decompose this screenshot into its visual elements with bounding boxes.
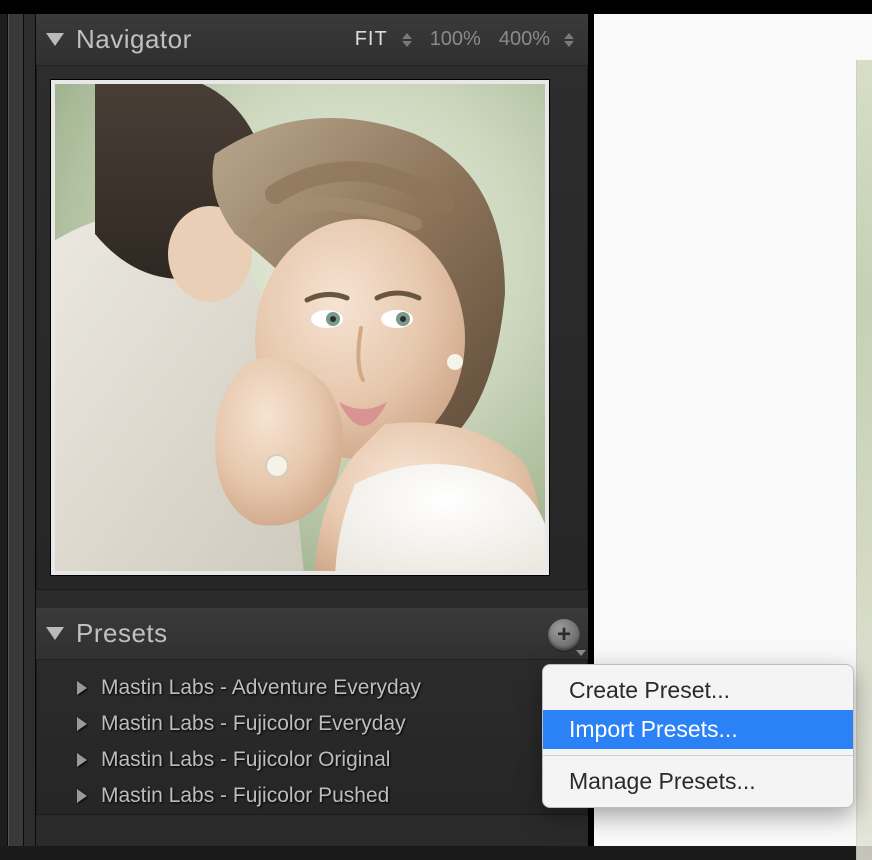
- navigator-zoom-controls: FIT 100% 400%: [355, 28, 574, 51]
- preset-folder[interactable]: Mastin Labs - Fujicolor Everyday: [37, 706, 587, 742]
- collapse-icon[interactable]: [46, 627, 64, 640]
- window-top-bar: [0, 0, 872, 14]
- preset-folder[interactable]: Mastin Labs - Adventure Everyday: [37, 670, 587, 706]
- expand-icon[interactable]: [77, 681, 87, 695]
- preset-label: Mastin Labs - Adventure Everyday: [101, 676, 421, 700]
- zoom-400-button[interactable]: 400%: [499, 28, 550, 51]
- expand-icon[interactable]: [77, 717, 87, 731]
- outer-rail: [0, 14, 8, 846]
- preset-label: Mastin Labs - Fujicolor Pushed: [101, 784, 389, 808]
- panel-gap: [36, 590, 588, 608]
- expand-icon[interactable]: [77, 789, 87, 803]
- presets-title: Presets: [76, 618, 578, 649]
- presets-list: Mastin Labs - Adventure Everyday Mastin …: [36, 660, 588, 815]
- preset-label: Mastin Labs - Fujicolor Original: [101, 748, 390, 772]
- navigator-panel: Navigator FIT 100% 400%: [36, 14, 588, 590]
- preset-label: Mastin Labs - Fujicolor Everyday: [101, 712, 406, 736]
- inner-rail-1[interactable]: [8, 14, 24, 846]
- presets-header[interactable]: Presets +: [36, 608, 588, 660]
- presets-context-menu: Create Preset... Import Presets... Manag…: [542, 664, 854, 808]
- presets-panel: Presets + Mastin Labs - Adventure Everyd…: [36, 608, 588, 815]
- navigator-body: [36, 66, 588, 590]
- zoom-100-button[interactable]: 100%: [430, 28, 481, 51]
- menu-import-presets[interactable]: Import Presets...: [543, 710, 853, 749]
- preset-folder[interactable]: Mastin Labs - Fujicolor Pushed: [37, 778, 587, 814]
- left-panel: Navigator FIT 100% 400%: [36, 14, 588, 846]
- navigator-title: Navigator: [76, 24, 355, 55]
- preset-folder[interactable]: Mastin Labs - Fujicolor Original: [37, 742, 587, 778]
- zoom-fit-button[interactable]: FIT: [355, 28, 388, 51]
- menu-separator: [543, 755, 853, 756]
- main-image-edge: [856, 60, 872, 860]
- dropdown-indicator-icon: [576, 650, 586, 656]
- add-preset-button[interactable]: +: [548, 619, 580, 651]
- collapse-icon[interactable]: [46, 33, 64, 46]
- plus-icon: +: [557, 621, 571, 649]
- inner-rail-2[interactable]: [24, 14, 36, 846]
- expand-icon[interactable]: [77, 753, 87, 767]
- fit-stepper-icon[interactable]: [402, 33, 412, 47]
- navigator-header[interactable]: Navigator FIT 100% 400%: [36, 14, 588, 66]
- menu-create-preset[interactable]: Create Preset...: [543, 671, 853, 710]
- menu-manage-presets[interactable]: Manage Presets...: [543, 762, 853, 801]
- navigator-thumbnail[interactable]: [51, 80, 549, 575]
- zoom-stepper-icon[interactable]: [564, 33, 574, 47]
